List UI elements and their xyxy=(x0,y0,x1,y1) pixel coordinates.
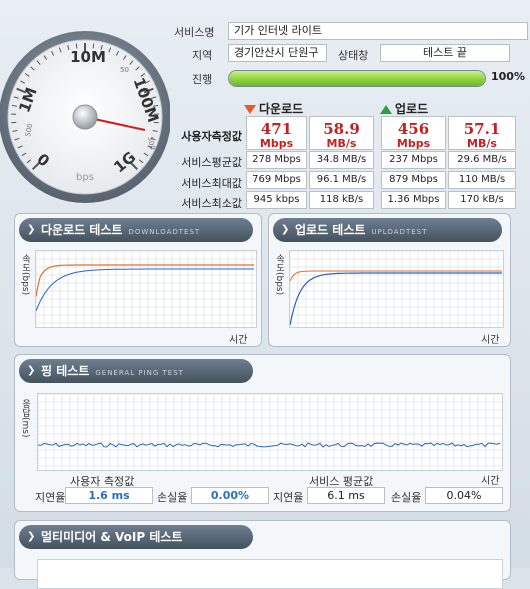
download-xlabel: 시간 xyxy=(229,331,247,346)
avg-label: 서비스평균값 xyxy=(178,154,242,170)
progress-bar xyxy=(228,70,486,87)
svc-latency-value: 6.1 ms xyxy=(307,487,385,504)
download-arrow-icon xyxy=(244,105,256,114)
min-label: 서비스최소값 xyxy=(178,195,242,211)
dl-mbs-box: 58.9MB/s xyxy=(309,116,374,150)
multimedia-test-panel: ❯멀티미디어 & VoIP 테스트 xyxy=(14,520,511,580)
max-dl-mbs: 96.1 MB/s xyxy=(309,171,374,189)
service-info: 서비스명 기가 인터넷 라이트 지역 경기안산시 단원구 상태창 테스트 끝 진… xyxy=(170,14,528,94)
multimedia-test-title-bar: ❯멀티미디어 & VoIP 테스트 xyxy=(19,525,253,549)
gauge-minor-50: 50 xyxy=(120,66,129,74)
upload-ylabel: 속도(bps) xyxy=(273,254,286,295)
max-label: 서비스최대값 xyxy=(178,175,242,191)
multimedia-graph xyxy=(37,559,503,589)
gauge-hub xyxy=(73,105,97,129)
min-ul-mbs: 170 kB/s xyxy=(448,191,516,209)
user-latency-label: 지연율 xyxy=(35,489,65,505)
svc-latency-label: 지연율 xyxy=(273,489,303,505)
min-ul-mbps: 1.36 Mbps xyxy=(381,191,446,209)
upload-graph xyxy=(289,250,504,328)
user-latency-value: 1.6 ms xyxy=(65,487,153,504)
svc-loss-label: 손실율 xyxy=(391,489,421,505)
status-field: 테스트 끝 xyxy=(380,44,510,62)
progress-percent: 100% xyxy=(491,70,525,83)
gauge-label-10m: 10M xyxy=(70,48,106,66)
gauge-dial: 10M 1M 100M 1G 0 50 500 500 bps xyxy=(0,0,170,210)
avg-dl-mbps: 278 Mbps xyxy=(246,151,307,169)
svc-loss-value: 0.04% xyxy=(425,487,503,504)
region-label: 지역 xyxy=(192,47,212,63)
download-test-panel: ❯다운로드 테스트DOWNLOADTEST 속도(bps) 시간 xyxy=(14,213,262,347)
avg-ul-mbps: 237 Mbps xyxy=(381,151,446,169)
ping-test-title-bar: ❯핑 테스트GENERAL PING TEST xyxy=(19,359,253,383)
upload-xlabel: 시간 xyxy=(481,331,499,346)
ul-mbps-box: 456Mbps xyxy=(381,116,446,150)
ping-ylabel: 응답(ms) xyxy=(19,399,32,437)
upload-test-title-bar: ❯업로드 테스트UPLOADTEST xyxy=(273,218,502,242)
ping-series xyxy=(38,443,500,447)
gauge-unit: bps xyxy=(76,172,94,183)
max-ul-mbs: 110 MB/s xyxy=(448,171,516,189)
download-graph-svg xyxy=(36,251,256,327)
download-header: 다운로드 xyxy=(244,100,303,117)
ping-graph xyxy=(37,393,503,471)
progress-fill xyxy=(229,71,485,86)
chevron-right-icon: ❯ xyxy=(281,218,289,242)
ul-mbs-box: 57.1MB/s xyxy=(448,116,516,150)
upload-arrow-icon xyxy=(380,105,392,114)
status-label: 상태창 xyxy=(338,47,368,63)
avg-dl-mbs: 34.8 MB/s xyxy=(309,151,374,169)
chevron-right-icon: ❯ xyxy=(27,525,35,549)
ping-graph-svg xyxy=(38,394,502,470)
user-loss-label: 손실율 xyxy=(157,489,187,505)
max-dl-mbps: 769 Mbps xyxy=(246,171,307,189)
ping-xlabel: 시간 xyxy=(481,472,499,487)
service-name-label: 서비스명 xyxy=(174,24,214,40)
user-loss-value: 0.00% xyxy=(191,487,269,504)
download-test-title-bar: ❯다운로드 테스트DOWNLOADTEST xyxy=(19,218,253,242)
results-table: 다운로드 업로드 사용자측정값 471Mbps 58.9MB/s 456Mbps… xyxy=(178,100,528,210)
speed-gauge: 10M 1M 100M 1G 0 50 500 500 bps xyxy=(0,0,170,210)
upload-graph-svg xyxy=(290,251,503,327)
chevron-right-icon: ❯ xyxy=(27,359,35,383)
upload-header: 업로드 xyxy=(380,100,428,117)
progress-label: 진행 xyxy=(192,71,212,87)
min-dl-mbs: 118 kB/s xyxy=(309,191,374,209)
max-ul-mbps: 879 Mbps xyxy=(381,171,446,189)
user-measured-label: 사용자측정값 xyxy=(178,128,242,144)
min-dl-mbps: 945 kbps xyxy=(246,191,307,209)
avg-ul-mbs: 29.6 MB/s xyxy=(448,151,516,169)
service-name-field: 기가 인터넷 라이트 xyxy=(228,22,528,40)
chevron-right-icon: ❯ xyxy=(27,218,35,242)
ping-test-panel: ❯핑 테스트GENERAL PING TEST 응답(ms) 시간 사용자 측정… xyxy=(14,354,511,512)
speedtest-window: 10M 1M 100M 1G 0 50 500 500 bps 서비스명 기가 … xyxy=(0,0,530,568)
download-graph xyxy=(35,250,257,328)
upload-test-panel: ❯업로드 테스트UPLOADTEST 속도(bps) 시간 xyxy=(268,213,511,347)
dl-mbps-box: 471Mbps xyxy=(246,116,307,150)
download-ylabel: 속도(bps) xyxy=(19,254,32,295)
region-field: 경기안산시 단원구 xyxy=(228,44,327,62)
download-series xyxy=(36,265,254,296)
